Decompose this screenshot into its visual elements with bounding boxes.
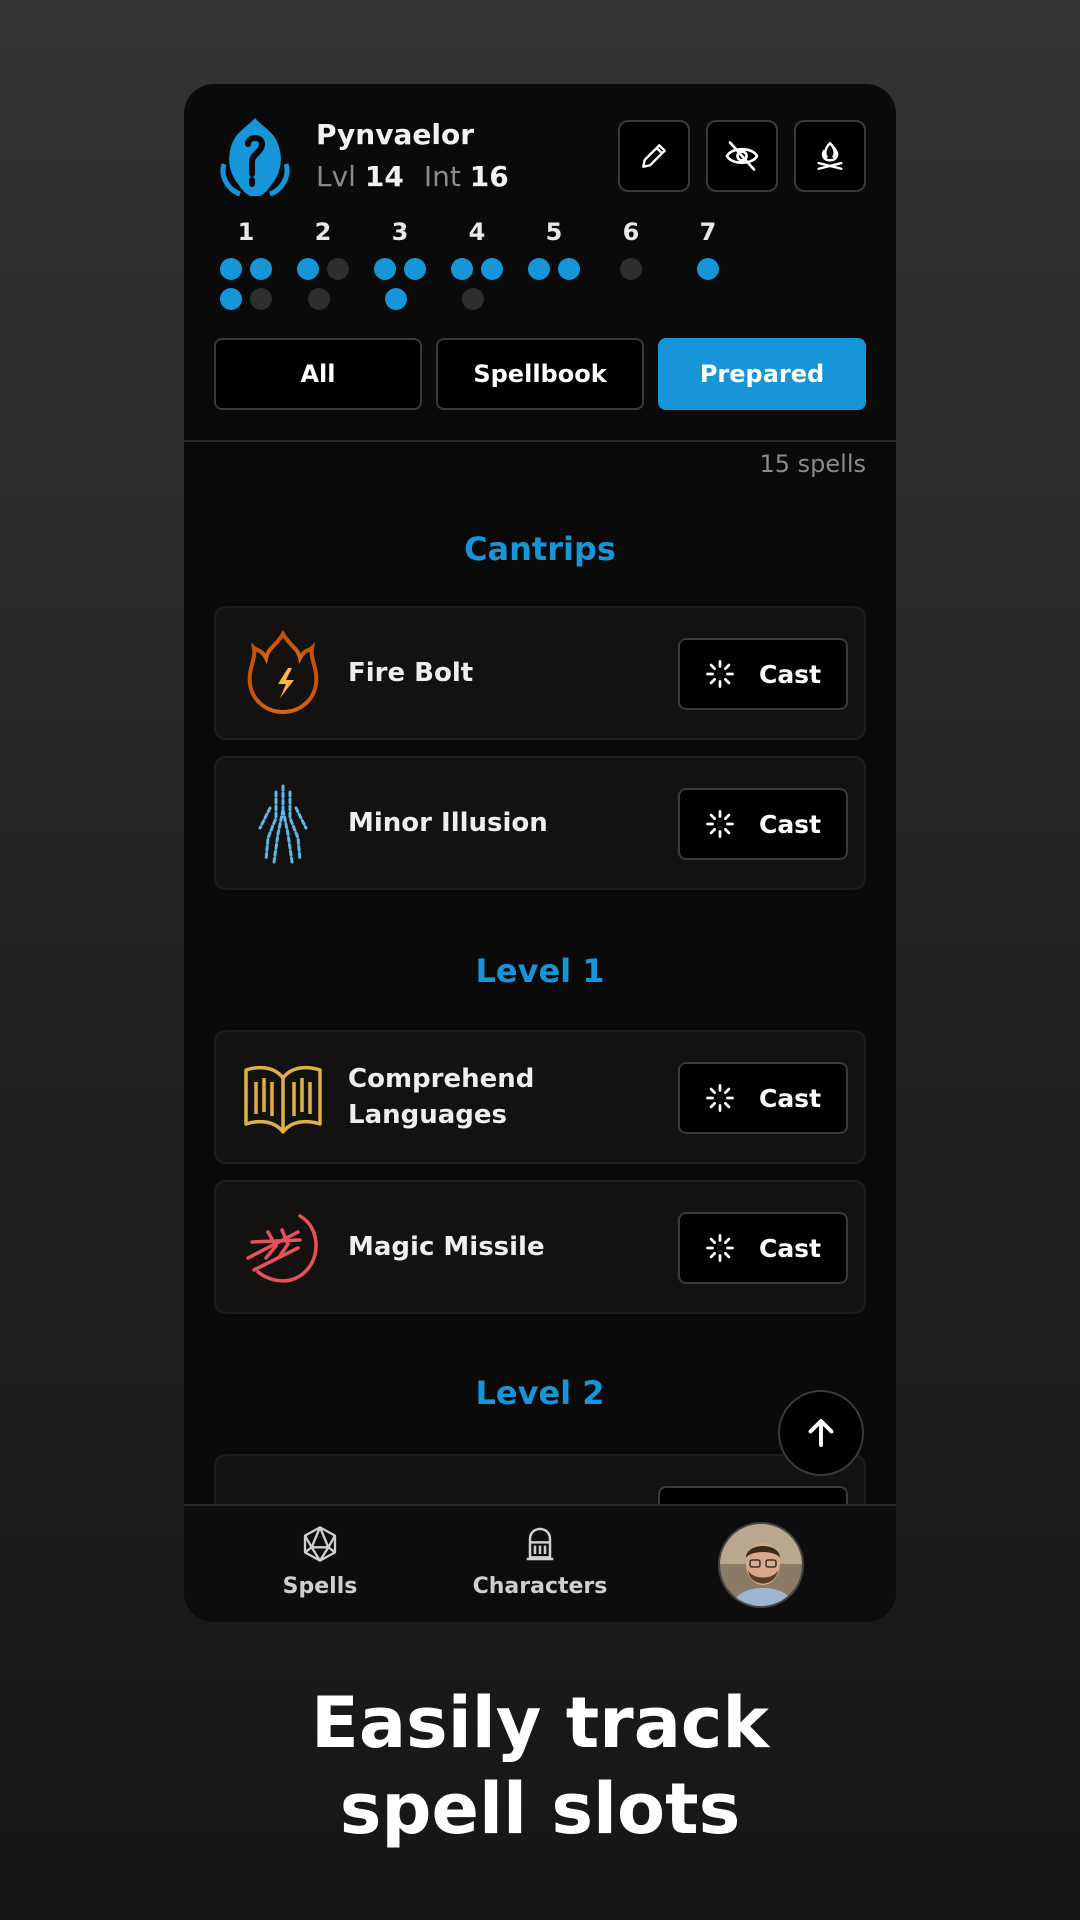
cast-label: Cast <box>758 809 822 839</box>
knight-helmet-icon <box>526 1527 554 1561</box>
slot-dot[interactable] <box>308 288 330 310</box>
edit-icon <box>642 144 666 168</box>
slot-dot[interactable] <box>250 258 272 280</box>
marketing-tagline: Easily track spell slots <box>0 1680 1080 1852</box>
slot-dot[interactable] <box>462 288 484 310</box>
campfire-icon <box>817 141 843 170</box>
scroll-to-top-button[interactable] <box>778 1390 864 1476</box>
rest-button[interactable] <box>794 120 866 192</box>
fire-bolt-icon <box>247 630 319 715</box>
app-frame: Pynvaelor Lvl 14 Int 16 1 2 3 4 5 6 7 All Spell… <box>184 84 896 1622</box>
int-value: 16 <box>469 160 509 193</box>
slot-dot[interactable] <box>297 258 319 280</box>
cast-button[interactable]: Cast <box>678 1212 848 1284</box>
spell-name: Minor Illusion <box>348 808 548 838</box>
slot-level-1: 1 <box>216 218 276 318</box>
slot-dot[interactable] <box>481 258 503 280</box>
nav-spells-label: Spells <box>282 1574 358 1599</box>
cast-button[interactable]: Cast <box>678 1062 848 1134</box>
divider <box>184 440 896 442</box>
cast-button[interactable]: Cast <box>678 788 848 860</box>
level-label: Lvl <box>316 160 356 193</box>
nav-characters[interactable]: Characters <box>460 1524 620 1599</box>
slot-dot[interactable] <box>220 258 242 280</box>
spell-name: Comprehend Languages <box>348 1064 535 1130</box>
slot-level-number: 5 <box>545 218 563 246</box>
slot-dot[interactable] <box>404 258 426 280</box>
edit-button[interactable] <box>618 120 690 192</box>
slot-level-6: 6 <box>601 218 661 318</box>
slot-level-5: 5 <box>524 218 584 318</box>
open-book-icon <box>244 1065 322 1134</box>
spell-count: 15 spells <box>759 450 866 478</box>
slot-level-number: 1 <box>237 218 255 246</box>
minor-illusion-icon <box>258 784 308 864</box>
spell-card-fire-bolt[interactable]: Fire Bolt Cast <box>214 606 866 740</box>
nav-characters-label: Characters <box>472 1574 608 1599</box>
int-label: Int <box>423 160 461 193</box>
spell-card-minor-illusion[interactable]: Minor Illusion Cast <box>214 756 866 890</box>
section-title-level-1: Level 1 <box>475 952 605 990</box>
slot-level-number: 6 <box>622 218 640 246</box>
slot-dot[interactable] <box>385 288 407 310</box>
slot-level-number: 7 <box>699 218 717 246</box>
slot-dot[interactable] <box>528 258 550 280</box>
slot-dot[interactable] <box>558 258 580 280</box>
slot-level-3: 3 <box>370 218 430 318</box>
profile-photo <box>720 1524 802 1606</box>
tagline-line-2: spell slots <box>339 1768 741 1850</box>
spell-name: Magic Missile <box>348 1232 545 1262</box>
tagline-line-1: Easily track <box>311 1682 769 1764</box>
cast-label: Cast <box>758 1233 822 1263</box>
slot-level-2: 2 <box>293 218 353 318</box>
profile-avatar[interactable] <box>718 1522 804 1608</box>
slot-dot[interactable] <box>374 258 396 280</box>
slot-dot[interactable] <box>697 258 719 280</box>
level-value: 14 <box>364 160 404 193</box>
filter-spellbook-button[interactable]: Spellbook <box>436 338 644 410</box>
loader-icon <box>706 1084 734 1112</box>
slot-level-number: 3 <box>391 218 409 246</box>
slot-dot[interactable] <box>451 258 473 280</box>
spell-card-comprehend-languages[interactable]: Comprehend Languages Cast <box>214 1030 866 1164</box>
cast-label: Cast <box>758 659 822 689</box>
eye-off-icon <box>725 141 759 171</box>
loader-icon <box>706 660 734 688</box>
section-title-cantrips: Cantrips <box>464 530 616 568</box>
filter-all-button[interactable]: All <box>214 338 422 410</box>
character-class-icon <box>220 118 290 197</box>
slot-dot[interactable] <box>250 288 272 310</box>
spell-name: Fire Bolt <box>348 658 474 688</box>
slot-level-number: 4 <box>468 218 486 246</box>
hide-button[interactable] <box>706 120 778 192</box>
character-stats: Lvl 14 Int 16 <box>316 160 509 193</box>
slot-dot[interactable] <box>327 258 349 280</box>
spell-slots: 1 2 3 4 5 6 7 <box>216 218 816 318</box>
slot-level-7: 7 <box>678 218 738 318</box>
spell-card-magic-missile[interactable]: Magic Missile Cast <box>214 1180 866 1314</box>
loader-icon <box>706 1234 734 1262</box>
character-name: Pynvaelor <box>316 118 475 151</box>
slot-level-number: 2 <box>314 218 332 246</box>
cast-button[interactable]: Cast <box>678 638 848 710</box>
slot-dot[interactable] <box>220 288 242 310</box>
d20-icon <box>303 1526 337 1562</box>
loader-icon <box>706 810 734 838</box>
magic-missile-icon <box>246 1214 318 1283</box>
slot-dot[interactable] <box>620 258 642 280</box>
arrow-up-icon <box>808 1419 834 1447</box>
cast-label: Cast <box>758 1083 822 1113</box>
slot-level-4: 4 <box>447 218 507 318</box>
bottom-nav: Spells Characters <box>184 1504 896 1622</box>
filter-prepared-button[interactable]: Prepared <box>658 338 866 410</box>
nav-spells[interactable]: Spells <box>240 1524 400 1599</box>
